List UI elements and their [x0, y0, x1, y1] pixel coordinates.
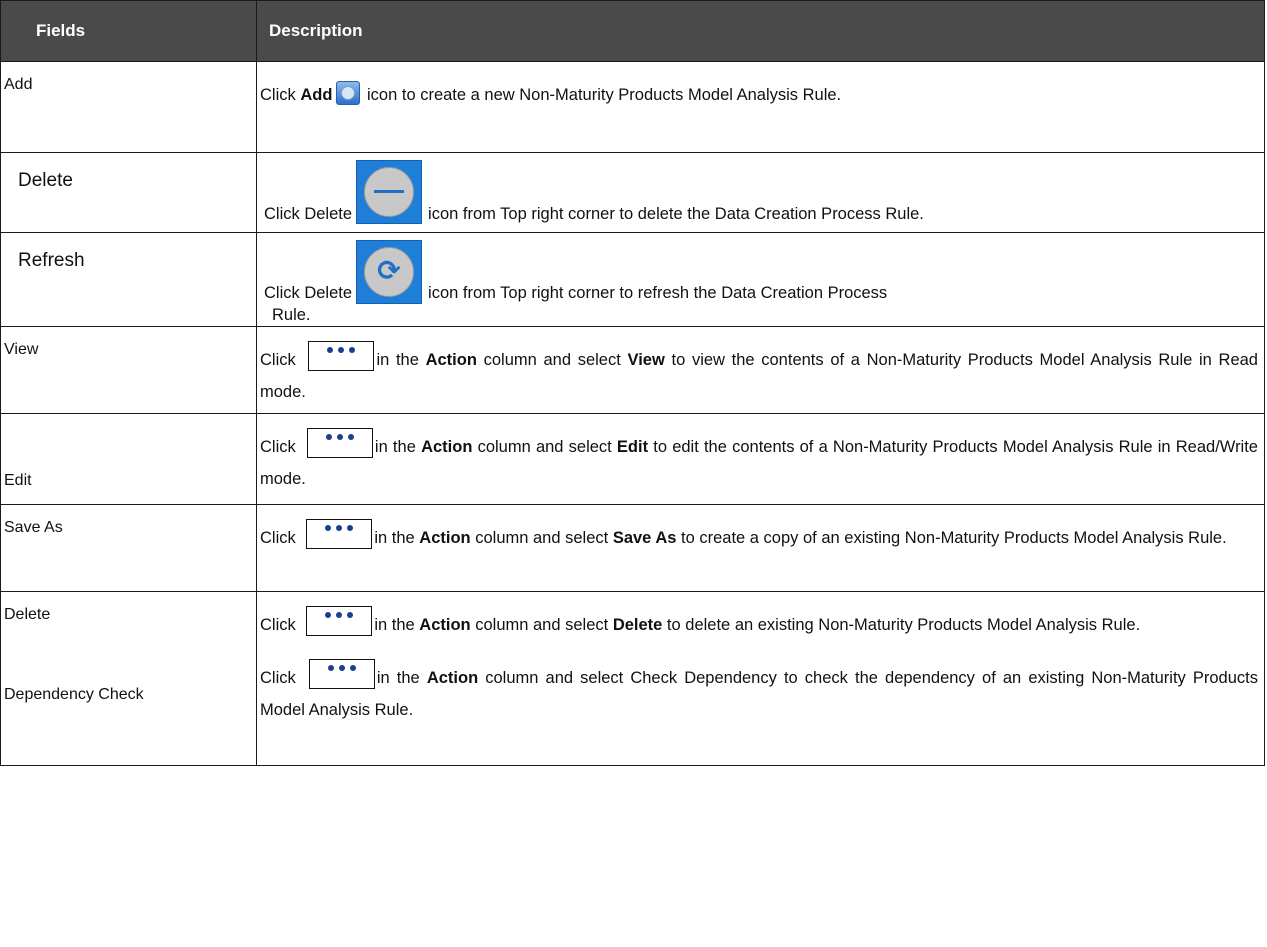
desc-text: column and select [472, 438, 617, 456]
description-cell: Click in the Action column and select Ed… [256, 413, 1265, 505]
description-cell: Click in the Action column and select Sa… [256, 504, 1265, 592]
field-cell: Delete Dependency Check [0, 591, 257, 766]
field-cell: Edit [0, 413, 257, 505]
desc-text: in the [376, 351, 426, 369]
description-cell: Click in the Action column and select Vi… [256, 326, 1265, 414]
desc-bold: Save As [612, 529, 677, 547]
desc-text: Click [260, 616, 301, 634]
desc-bold: Action [426, 669, 479, 687]
field-name: Delete [4, 606, 51, 623]
field-name: Refresh [18, 250, 85, 271]
description-header: Description [256, 0, 1265, 62]
desc-bold: Edit [616, 438, 649, 456]
desc-text: Click Delete [264, 205, 353, 223]
desc-bold: Delete [612, 616, 663, 634]
desc-text: Click [260, 669, 303, 687]
fields-description-table: Fields Description Add Click Add icon to… [0, 0, 1265, 766]
ellipsis-icon [306, 519, 373, 549]
ellipsis-icon [306, 428, 373, 458]
field-name: Dependency Check [4, 686, 144, 703]
desc-text: icon from Top right corner to delete the… [428, 205, 924, 223]
minus-circle-icon [356, 160, 423, 224]
field-cell: Delete [0, 152, 257, 233]
field-name: View [4, 341, 39, 358]
desc-text: icon from Top right corner to refresh th… [428, 284, 888, 302]
table-row: Delete Dependency Check Click in the Acti… [0, 591, 1265, 766]
refresh-icon: ⟳ [356, 240, 423, 304]
field-cell: Save As [0, 504, 257, 592]
desc-text: in the [374, 438, 422, 456]
desc-text: Click Delete [264, 284, 353, 302]
table-row: Add Click Add icon to create a new Non-M… [0, 61, 1265, 153]
table-row: View Click in the Action column and sele… [0, 326, 1265, 414]
add-icon [336, 81, 361, 105]
desc-text: column and select [476, 351, 628, 369]
desc-text: to delete an existing Non-Maturity Produ… [662, 616, 1141, 634]
desc-text: in the [376, 669, 427, 687]
table-row: Save As Click in the Action column and s… [0, 504, 1265, 592]
desc-text: Click [260, 86, 301, 104]
field-name: Edit [4, 472, 32, 489]
desc-text: Rule. [272, 306, 311, 324]
description-cell: Click Delete ⟳ icon from Top right corner … [256, 232, 1265, 327]
desc-bold: Action [419, 616, 471, 634]
ellipsis-icon [306, 606, 373, 636]
description-cell: Click Delete icon from Top right corner t… [256, 152, 1265, 233]
fields-header-label: Fields [36, 21, 86, 40]
desc-text: column and select [470, 529, 613, 547]
field-cell: Add [0, 61, 257, 153]
table-row: Edit Click in the Action column and sele… [0, 413, 1265, 505]
table-row: Refresh Click Delete ⟳ icon from Top right… [0, 232, 1265, 327]
field-name: Add [4, 76, 33, 93]
desc-text: in the [374, 616, 420, 634]
desc-bold: View [627, 351, 665, 369]
desc-text: in the [374, 529, 420, 547]
desc-text: column and select [470, 616, 613, 634]
desc-text: to create a copy of an existing Non-Matu… [676, 529, 1227, 547]
ellipsis-icon [308, 659, 375, 689]
desc-text: Click [260, 351, 303, 369]
description-cell: Click in the Action column and select De… [256, 591, 1265, 766]
desc-bold: Add [300, 86, 333, 104]
desc-text: Click [260, 529, 301, 547]
description-cell: Click Add icon to create a new Non-Matur… [256, 61, 1265, 153]
desc-text: icon to create a new Non-Maturity Produc… [362, 86, 842, 104]
table-header-row: Fields Description [0, 0, 1265, 62]
desc-bold: Action [421, 438, 473, 456]
desc-text: Click [260, 438, 301, 456]
field-name: Delete [18, 170, 73, 191]
ellipsis-icon [308, 341, 375, 371]
description-header-label: Description [269, 21, 363, 40]
fields-header: Fields [0, 0, 257, 62]
desc-bold: Action [425, 351, 477, 369]
field-cell: Refresh [0, 232, 257, 327]
desc-bold: Action [419, 529, 471, 547]
field-cell: View [0, 326, 257, 414]
field-name: Save As [4, 519, 63, 536]
table-row: Delete Click Delete icon from Top right c… [0, 152, 1265, 233]
